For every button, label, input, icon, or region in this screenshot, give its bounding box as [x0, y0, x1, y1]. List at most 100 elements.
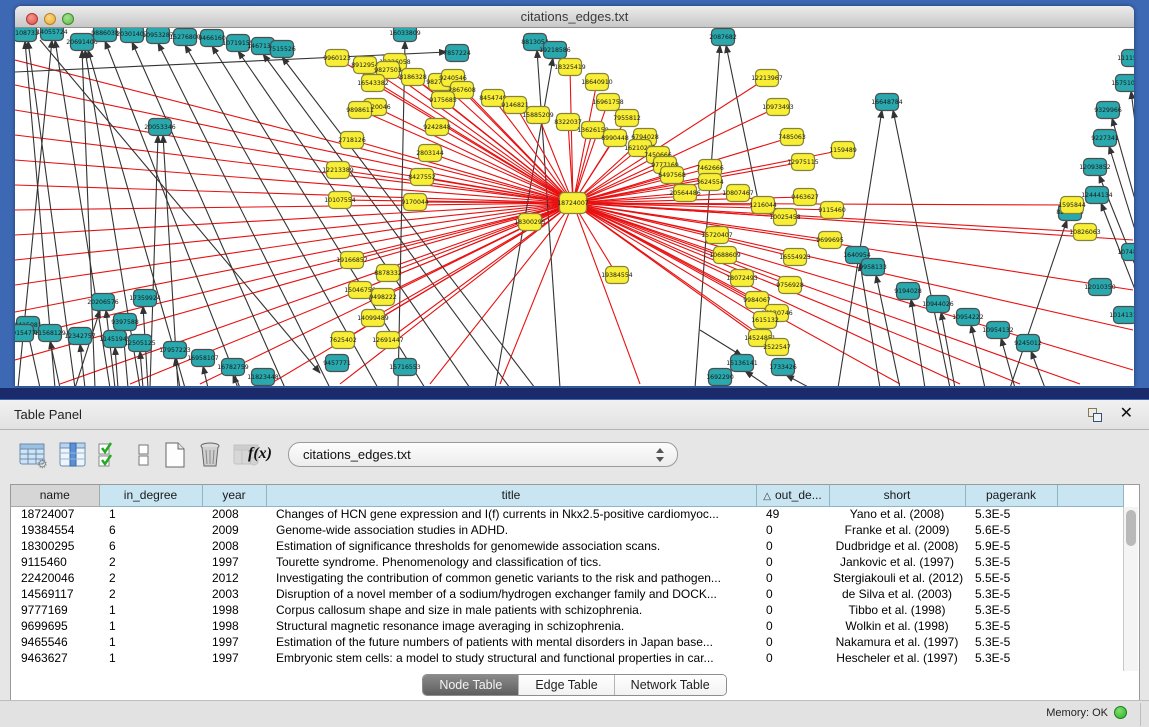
graph-node[interactable]: 15751074 — [1111, 75, 1134, 92]
function-builder-icon[interactable]: f(x) — [248, 439, 278, 469]
cell-year[interactable]: 1997 — [202, 650, 266, 666]
graph-node[interactable]: 10807467 — [722, 185, 754, 202]
graph-node[interactable]: 10826063 — [1069, 224, 1101, 241]
graph-node[interactable]: 9457771 — [323, 355, 351, 372]
graph-node[interactable]: 10107554 — [324, 192, 356, 209]
graph-node[interactable]: 14055724 — [36, 28, 68, 41]
graph-node[interactable]: 9170044 — [401, 194, 429, 211]
cell-in_degree[interactable]: 1 — [99, 634, 202, 650]
table-row[interactable]: 946362711997Embryonic stem cells: a mode… — [11, 650, 1123, 666]
cell-year[interactable]: 2009 — [202, 522, 266, 538]
column-header-in_degree[interactable]: in_degree — [99, 485, 202, 506]
graph-node[interactable]: 9194028 — [894, 283, 922, 300]
graph-node[interactable]: 1595844 — [1058, 197, 1086, 214]
delete-column-icon[interactable] — [196, 440, 226, 470]
cell-pagerank[interactable]: 5.3E-5 — [965, 586, 1057, 602]
cell-title[interactable]: Estimation of the future numbers of pati… — [266, 634, 756, 650]
graph-node[interactable]: 7625402 — [329, 332, 357, 349]
cell-title[interactable]: Structural magnetic resonance image aver… — [266, 618, 756, 634]
graph-node[interactable]: 19166857 — [336, 252, 368, 269]
column-header-year[interactable]: year — [202, 485, 266, 506]
cell-pagerank[interactable]: 5.3E-5 — [965, 634, 1057, 650]
table-row[interactable]: 946554611997Estimation of the future num… — [11, 634, 1123, 650]
graph-node[interactable]: 9397588 — [111, 314, 139, 331]
graph-node[interactable]: 8427552 — [408, 169, 436, 186]
cell-short[interactable]: Hescheler et al. (1997) — [829, 650, 965, 666]
graph-node[interactable]: 17359924 — [129, 290, 161, 307]
cell-in_degree[interactable]: 2 — [99, 570, 202, 586]
column-header-out_de[interactable]: △out_de... — [756, 485, 829, 506]
cell-out_degree[interactable]: 0 — [756, 538, 829, 554]
cell-pagerank[interactable]: 5.3E-5 — [965, 650, 1057, 666]
scrollbar-thumb[interactable] — [1126, 510, 1136, 546]
window-titlebar[interactable]: citations_edges.txt — [15, 6, 1134, 28]
cell-out_degree[interactable]: 0 — [756, 570, 829, 586]
graph-node[interactable]: 2522547 — [763, 339, 791, 356]
graph-node[interactable]: 19218586 — [539, 42, 571, 59]
graph-node[interactable]: 7955812 — [613, 110, 641, 127]
graph-node[interactable]: 11115048 — [1117, 50, 1134, 67]
cell-out_degree[interactable]: 0 — [756, 634, 829, 650]
graph-node[interactable]: 10688609 — [709, 247, 741, 264]
graph-node[interactable]: 16782759 — [217, 359, 249, 376]
cell-year[interactable]: 1997 — [202, 554, 266, 570]
graph-node[interactable]: 12342757 — [64, 328, 96, 345]
cell-out_degree[interactable]: 0 — [756, 586, 829, 602]
graph-node[interactable]: 10748906 — [1117, 244, 1134, 261]
cell-short[interactable]: Tibbo et al. (1998) — [829, 602, 965, 618]
graph-node[interactable]: 15276800 — [169, 29, 201, 46]
cell-out_degree[interactable]: 49 — [756, 506, 829, 522]
graph-node[interactable]: 12010350 — [1084, 279, 1116, 296]
column-header-pagerank[interactable]: pagerank — [965, 485, 1057, 506]
table-row[interactable]: 1872400712008Changes of HCN gene express… — [11, 506, 1123, 522]
graph-node[interactable]: 20206576 — [87, 294, 119, 311]
cell-title[interactable]: Estimation of significance thresholds fo… — [266, 538, 756, 554]
graph-node[interactable]: 12213967 — [751, 70, 783, 87]
graph-node[interactable]: 8878332 — [374, 265, 402, 282]
column-header-name[interactable]: name — [11, 485, 99, 506]
graph-node[interactable]: 1733426 — [769, 359, 797, 376]
cell-name[interactable]: 9465546 — [11, 634, 99, 650]
table-mode-icon[interactable]: ⚙ — [18, 440, 48, 470]
network-canvas[interactable]: 9108733140557242069140698860382030140710… — [15, 28, 1134, 386]
network-graph[interactable]: 9108733140557242069140698860382030140710… — [15, 28, 1134, 386]
graph-node[interactable]: 1159489 — [829, 142, 857, 159]
graph-node[interactable]: 11568129 — [34, 325, 66, 342]
graph-node[interactable]: 18072493 — [726, 270, 758, 287]
graph-node[interactable]: 9108733 — [15, 28, 39, 42]
cell-pagerank[interactable]: 5.6E-5 — [965, 522, 1057, 538]
cell-in_degree[interactable]: 1 — [99, 650, 202, 666]
cell-name[interactable]: 9463627 — [11, 650, 99, 666]
graph-node[interactable]: 9115460 — [818, 202, 846, 219]
cell-in_degree[interactable]: 6 — [99, 522, 202, 538]
graph-node[interactable]: 9915477 — [15, 325, 36, 342]
graph-node[interactable]: 9958133 — [859, 259, 887, 276]
cell-year[interactable]: 1998 — [202, 602, 266, 618]
table-panel-header[interactable]: Table Panel ✕ — [0, 400, 1149, 430]
graph-node[interactable]: 18325419 — [554, 59, 586, 76]
graph-node[interactable]: 9886038 — [91, 28, 119, 42]
graph-node[interactable]: 20053346 — [144, 119, 176, 136]
cell-pagerank[interactable]: 5.3E-5 — [965, 602, 1057, 618]
graph-node[interactable]: 10954132 — [982, 322, 1014, 339]
graph-node[interactable]: 8990448 — [601, 130, 629, 147]
cell-in_degree[interactable]: 6 — [99, 538, 202, 554]
graph-node[interactable]: 8186328 — [399, 69, 427, 86]
cell-short[interactable]: Franke et al. (2009) — [829, 522, 965, 538]
graph-node[interactable]: 9329966 — [1094, 102, 1122, 119]
graph-node[interactable]: 6497568 — [658, 167, 686, 184]
graph-node[interactable]: 15885209 — [522, 107, 554, 124]
cell-in_degree[interactable]: 1 — [99, 618, 202, 634]
cell-in_degree[interactable]: 2 — [99, 554, 202, 570]
cell-pagerank[interactable]: 5.5E-5 — [965, 570, 1057, 586]
graph-node[interactable]: 7485063 — [778, 129, 806, 146]
cell-name[interactable]: 9777169 — [11, 602, 99, 618]
tab-node-table[interactable]: Node Table — [423, 675, 519, 695]
cell-title[interactable]: Changes of HCN gene expression and I(f) … — [266, 506, 756, 522]
cell-out_degree[interactable]: 0 — [756, 522, 829, 538]
cell-name[interactable]: 22420046 — [11, 570, 99, 586]
graph-node[interactable]: 7515526 — [268, 41, 296, 58]
graph-node[interactable]: 10141314 — [1109, 307, 1134, 324]
select-all-columns-icon[interactable] — [96, 440, 126, 470]
graph-node[interactable]: 16554923 — [779, 249, 811, 266]
